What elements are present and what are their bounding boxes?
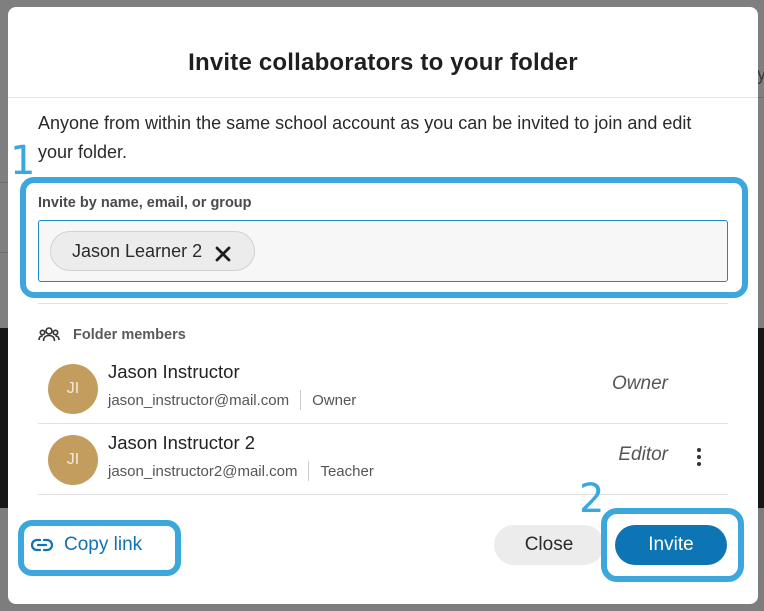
folder-members-header: Folder members (38, 325, 186, 345)
more-options-icon[interactable] (694, 448, 704, 470)
selected-invitee-chip: Jason Learner 2 (50, 231, 256, 271)
member-meta: jason_instructor@mail.com Owner (108, 390, 356, 410)
member-account-role: Owner (312, 391, 357, 409)
group-icon (38, 325, 60, 345)
avatar: JI (48, 364, 98, 414)
close-button[interactable]: Close (494, 525, 604, 565)
step-number-2: 2 (579, 476, 605, 522)
invite-button[interactable]: Invite (615, 525, 727, 565)
member-row: JI Jason Instructor 2 jason_instructor2@… (38, 424, 728, 495)
background-divider (758, 97, 764, 98)
dialog-title: Invite collaborators to your folder (188, 49, 578, 76)
member-meta: jason_instructor2@mail.com Teacher (108, 461, 374, 481)
member-name: Jason Instructor 2 (108, 432, 256, 453)
dialog-description: Anyone from within the same school accou… (38, 113, 692, 162)
member-name: Jason Instructor (108, 361, 240, 382)
member-email: jason_instructor2@mail.com (108, 462, 298, 480)
copy-link-button[interactable]: Copy link (30, 527, 142, 563)
invite-field-label: Invite by name, email, or group (38, 195, 252, 211)
meta-separator (308, 461, 310, 481)
copy-link-label: Copy link (64, 534, 143, 555)
avatar: JI (48, 435, 98, 485)
section-divider (38, 303, 728, 304)
background-glyph: y (757, 64, 764, 84)
invite-input[interactable]: Jason Learner 2 (38, 220, 728, 282)
member-folder-role: Owner (612, 373, 668, 394)
background-divider (0, 252, 8, 253)
close-icon[interactable] (212, 240, 234, 262)
invite-collaborators-dialog: Invite collaborators to your folder Anyo… (8, 7, 758, 604)
meta-separator (300, 390, 302, 410)
member-email: jason_instructor@mail.com (108, 391, 290, 409)
step-number-1: 1 (10, 138, 36, 184)
folder-members-label: Folder members (73, 327, 186, 343)
member-account-role: Teacher (320, 462, 374, 480)
member-folder-role[interactable]: Editor (618, 444, 668, 466)
link-icon (30, 538, 54, 552)
title-divider (8, 97, 758, 98)
chip-label: Jason Learner 2 (72, 241, 203, 261)
background-divider (0, 182, 8, 183)
member-row: JI Jason Instructor jason_instructor@mai… (38, 353, 728, 424)
